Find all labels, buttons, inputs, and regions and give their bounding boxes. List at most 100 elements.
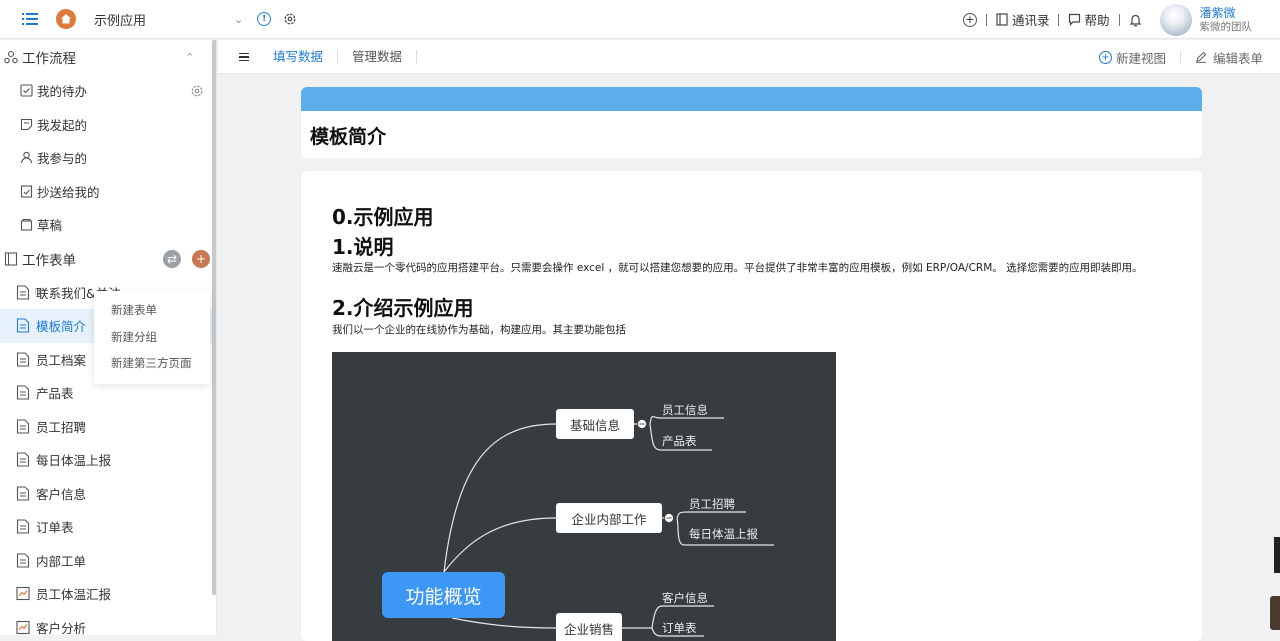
chart-report-icon: [16, 587, 30, 601]
add-menu-dropdown: 新建表单 新建分组 新建第三方页面: [94, 291, 210, 384]
menu-item-new-third-party-page[interactable]: 新建第三方页面: [94, 350, 210, 377]
collapse-chevron-icon[interactable]: ⌃: [185, 51, 194, 64]
contacts-link[interactable]: 通讯录: [996, 10, 1050, 29]
bell-icon[interactable]: [1129, 13, 1142, 27]
form-item-temperature-report[interactable]: 每日体温上报: [0, 443, 216, 477]
form-item-recruitment[interactable]: 员工招聘: [0, 410, 216, 444]
settings-gear-icon[interactable]: [190, 84, 204, 98]
menu-icon[interactable]: [22, 12, 38, 26]
sidebar-item-initiated[interactable]: 我发起的: [0, 108, 216, 142]
floating-side-tab[interactable]: [1270, 596, 1280, 630]
form-item-temperature-summary[interactable]: 员工体温汇报: [0, 577, 216, 611]
sidebar-item-todo[interactable]: 我的待办: [0, 74, 216, 108]
mindmap-leaf: 客户信息: [662, 591, 708, 605]
top-bar: 示例应用 ⌄ ! + 通讯录 帮助 潘紫微 紫微的团队: [0, 0, 1280, 39]
mindmap-branch-node: 企业内部工作: [556, 503, 662, 533]
feature-mindmap-image: 功能概览 基础信息 企业内部工作 企业销售 员工信息 产品表 员工招聘 每日体温…: [332, 352, 836, 641]
user-name: 潘紫微: [1199, 5, 1236, 20]
heading-sample-app: 0.示例应用: [332, 205, 434, 229]
form-item-label: 员工档案: [36, 352, 87, 368]
home-icon[interactable]: [56, 9, 76, 29]
form-doc-icon: [16, 419, 30, 434]
info-icon[interactable]: !: [257, 12, 272, 26]
header-color-bar: [301, 87, 1202, 111]
workflow-icon: [4, 50, 18, 64]
form-item-label: 员工体温汇报: [36, 587, 112, 603]
sidebar-item-drafts[interactable]: 草稿: [0, 208, 216, 242]
sort-swap-icon[interactable]: ⇄: [163, 249, 181, 268]
form-item-label: 订单表: [36, 520, 74, 536]
chart-report-icon: [16, 620, 30, 634]
contacts-label: 通讯录: [1011, 13, 1050, 28]
forms-section-header[interactable]: 工作表单 ⇄ +: [0, 242, 216, 276]
sidebar-item-label: 我的待办: [37, 84, 88, 100]
form-doc-icon: [16, 486, 30, 501]
form-item-customer-analysis[interactable]: 客户分析: [0, 611, 216, 635]
app-switch-chevron-icon[interactable]: ⌄: [234, 13, 243, 26]
form-item-label: 客户信息: [36, 486, 87, 502]
form-item-orders[interactable]: 订单表: [0, 510, 216, 544]
workflow-title: 工作流程: [22, 51, 76, 67]
help-chat-icon: [1069, 13, 1081, 26]
participant-icon: [20, 151, 33, 164]
gear-icon[interactable]: [283, 12, 297, 26]
pencil-icon: [1195, 51, 1207, 63]
new-view-button[interactable]: + 新建视图: [1098, 48, 1166, 67]
mindmap-leaf: 产品表: [662, 434, 697, 448]
help-link[interactable]: 帮助: [1068, 10, 1110, 29]
help-label: 帮助: [1084, 13, 1110, 28]
tab-manage-data[interactable]: 管理数据: [338, 49, 418, 64]
form-header-card: 模板简介: [301, 87, 1202, 158]
form-doc-icon: [16, 553, 30, 568]
sidebar-item-label: 我参与的: [37, 151, 88, 167]
form-doc-icon: [16, 452, 30, 467]
mindmap-leaf: 员工信息: [662, 403, 708, 417]
sidebar-item-participated[interactable]: 我参与的: [0, 141, 216, 175]
mindmap-leaf: 每日体温上报: [689, 527, 758, 541]
add-form-button[interactable]: +: [192, 249, 210, 268]
avatar[interactable]: [1159, 3, 1192, 36]
divider: [985, 13, 987, 26]
mindmap-leaf: 员工招聘: [689, 497, 735, 511]
tab-fill-data[interactable]: 填写数据: [259, 49, 339, 64]
sidebar-scrollbar[interactable]: [212, 40, 216, 595]
forms-icon: [4, 251, 18, 266]
form-item-label: 客户分析: [36, 620, 87, 635]
form-doc-icon: [16, 519, 30, 534]
app-name: 示例应用: [94, 13, 147, 29]
form-doc-icon: [16, 318, 30, 333]
form-doc-icon: [16, 352, 30, 367]
form-item-label: 模板简介: [36, 319, 87, 335]
mindmap-branch-node: 企业销售: [556, 613, 622, 641]
form-item-label: 内部工单: [36, 553, 87, 569]
heading-introduction: 2.介绍示例应用: [332, 296, 474, 320]
mindmap-branch-node: 基础信息: [556, 409, 634, 439]
form-item-label: 每日体温上报: [36, 453, 112, 469]
floating-side-tab[interactable]: [1274, 537, 1280, 573]
workflow-section-header[interactable]: 工作流程 ⌃: [0, 40, 216, 74]
form-doc-icon: [16, 285, 30, 300]
mindmap-leaf: 订单表: [662, 621, 697, 635]
forms-title: 工作表单: [22, 252, 76, 269]
add-icon[interactable]: +: [962, 12, 977, 27]
form-item-work-orders[interactable]: 内部工单: [0, 544, 216, 578]
cc-icon: [20, 185, 33, 198]
initiated-icon: [20, 118, 33, 130]
form-title: 模板简介: [310, 126, 387, 148]
edit-form-button[interactable]: 编辑表单: [1195, 48, 1263, 67]
form-item-customer-info[interactable]: 客户信息: [0, 477, 216, 511]
divider: [1118, 13, 1120, 26]
user-info[interactable]: 潘紫微 紫微的团队: [1200, 6, 1253, 34]
form-item-label: 产品表: [36, 386, 74, 402]
divider: [1179, 51, 1181, 63]
list-menu-icon[interactable]: [239, 52, 249, 62]
menu-item-new-group[interactable]: 新建分组: [94, 324, 210, 351]
form-item-label: 员工招聘: [36, 419, 87, 435]
add-circle-icon: +: [1098, 50, 1112, 64]
sidebar-item-label: 草稿: [37, 218, 63, 234]
menu-item-new-form[interactable]: 新建表单: [94, 297, 210, 324]
sidebar-item-cc[interactable]: 抄送给我的: [0, 175, 216, 209]
mindmap-center-node: 功能概览: [382, 572, 505, 618]
pointer-hand-icon: ☞: [34, 284, 46, 300]
sidebar-item-label: 抄送给我的: [37, 184, 100, 200]
